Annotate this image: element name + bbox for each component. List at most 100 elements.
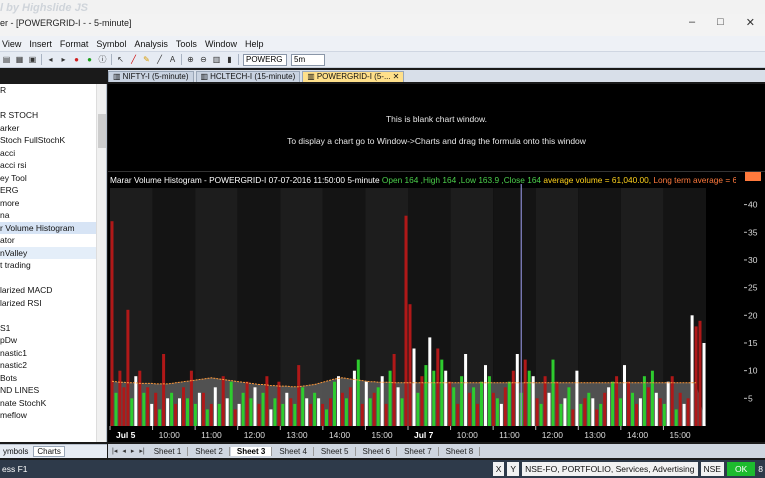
layout-icon[interactable]: ▥ [212, 55, 221, 64]
formula-item[interactable]: ey Tool [0, 172, 106, 185]
folder-icon[interactable]: ▦ [15, 55, 24, 64]
tab-hcltech[interactable]: ▥ HCLTECH-I (15-minute) [195, 71, 301, 82]
line-tool-icon[interactable]: ╱ [155, 55, 164, 64]
volume-bar [702, 343, 706, 426]
volume-bar [325, 409, 328, 426]
volume-bar [460, 376, 464, 426]
formula-item[interactable]: larized RSI [0, 297, 106, 310]
formula-item[interactable]: r Volume Histogram [0, 221, 106, 234]
menu-format[interactable]: Format [60, 39, 89, 49]
volume-bar [261, 392, 265, 426]
menu-window[interactable]: Window [205, 39, 237, 49]
sheet-tab-active[interactable]: Sheet 3 [230, 446, 273, 456]
volume-bar [388, 370, 392, 426]
formula-item[interactable]: ERG [0, 184, 106, 197]
menu-insert[interactable]: Insert [29, 39, 52, 49]
volume-bar [364, 381, 368, 426]
formula-item[interactable]: meflow [0, 409, 106, 422]
volume-bar [333, 381, 336, 426]
sheet-tab[interactable]: Sheet 2 [189, 446, 230, 456]
formula-item[interactable] [0, 97, 106, 110]
sheet-tab[interactable]: Sheet 1 [148, 446, 189, 456]
formula-item[interactable]: acci rsi [0, 159, 106, 172]
formula-item[interactable]: Bots [0, 372, 106, 385]
price-badge-label: 52 [747, 172, 755, 174]
chart-type-icon[interactable]: ▮ [225, 55, 234, 64]
trendline-icon[interactable]: ╱ [129, 55, 138, 64]
formula-item[interactable]: R [0, 84, 106, 97]
volume-bar [523, 359, 527, 426]
sidebar-scrollbar[interactable] [96, 84, 106, 442]
maximize-icon[interactable]: □ [717, 16, 724, 29]
sheet-tab[interactable]: Sheet 8 [440, 446, 481, 456]
tab-nifty[interactable]: ▥ NIFTY-I (5-minute) [108, 71, 194, 82]
volume-bar [122, 387, 126, 426]
close-tab-icon[interactable]: ✕ [393, 72, 400, 82]
save-icon[interactable]: ▣ [28, 55, 37, 64]
tab-powergrid[interactable]: ▥ POWERGRID-I (5-... ✕ [302, 71, 405, 82]
formula-item[interactable]: larized MACD [0, 284, 106, 297]
formula-item[interactable]: nate StochK [0, 397, 106, 410]
stop-icon[interactable]: ● [72, 55, 81, 64]
menu-symbol[interactable]: Symbol [96, 39, 126, 49]
formula-item[interactable]: pDw [0, 334, 106, 347]
print-icon[interactable]: ▤ [2, 55, 11, 64]
menu-analysis[interactable]: Analysis [134, 39, 168, 49]
chart-window[interactable]: This is blank chart window. To display a… [108, 84, 765, 442]
info-icon[interactable]: ⓘ [98, 55, 107, 64]
pointer-icon[interactable]: ↖ [116, 55, 125, 64]
formula-item[interactable]: nastic1 [0, 347, 106, 360]
formula-item[interactable]: R STOCH [0, 109, 106, 122]
formula-item[interactable]: ND LINES [0, 384, 106, 397]
tab-symbols[interactable]: ymbols [0, 447, 31, 456]
formula-item[interactable]: acci [0, 147, 106, 160]
forward-icon[interactable]: ▸ [59, 55, 68, 64]
formula-item[interactable]: more [0, 197, 106, 210]
y-tick-label: 35 [748, 227, 758, 237]
volume-bar [253, 387, 257, 426]
formula-item[interactable]: Stoch FullStochK [0, 134, 106, 147]
formula-item[interactable]: nValley [0, 246, 106, 259]
text-tool-icon[interactable]: A [168, 55, 177, 64]
zoom-out-icon[interactable]: ⊖ [199, 55, 208, 64]
close-icon[interactable]: ✕ [746, 16, 755, 29]
sheet-tab[interactable]: Sheet 6 [357, 446, 398, 456]
formula-item[interactable] [0, 272, 106, 285]
menu-view[interactable]: View [2, 39, 21, 49]
last-sheet-icon[interactable]: ▸| [137, 447, 146, 455]
volume-bar [233, 409, 237, 426]
menu-tools[interactable]: Tools [176, 39, 197, 49]
pencil-icon[interactable]: ✎ [142, 55, 151, 64]
back-icon[interactable]: ◂ [46, 55, 55, 64]
volume-bar [245, 381, 249, 426]
symbol-select[interactable]: POWERG [243, 53, 287, 66]
volume-histogram-chart[interactable]: 403530252015105696152Jul 510:0011:0012:0… [108, 172, 765, 442]
next-sheet-icon[interactable]: ▸ [129, 447, 137, 455]
first-sheet-icon[interactable]: |◂ [110, 447, 119, 455]
formula-item[interactable]: ator [0, 234, 106, 247]
zoom-in-icon[interactable]: ⊕ [186, 55, 195, 64]
x-tick-label: 14:00 [627, 430, 649, 440]
formula-item[interactable]: arker [0, 122, 106, 135]
sheet-tab[interactable]: Sheet 5 [315, 446, 356, 456]
volume-bar [289, 398, 293, 426]
formula-item[interactable]: nastic2 [0, 359, 106, 372]
volume-bar [635, 403, 638, 426]
volume-bar [170, 392, 174, 426]
sheet-tab[interactable]: Sheet 4 [273, 446, 314, 456]
formula-item[interactable]: na [0, 209, 106, 222]
formula-item[interactable]: S1 [0, 322, 106, 335]
prev-sheet-icon[interactable]: ◂ [120, 447, 128, 455]
play-icon[interactable]: ● [85, 55, 94, 64]
tab-charts[interactable]: Charts [33, 446, 65, 457]
volume-bar [456, 403, 460, 426]
volume-bar [146, 387, 150, 426]
volume-bar [563, 398, 567, 426]
formula-item[interactable]: t trading [0, 259, 106, 272]
scrollbar-thumb[interactable] [98, 114, 106, 148]
interval-select[interactable]: 5m [291, 53, 325, 66]
minimize-icon[interactable]: – [689, 16, 695, 29]
menu-help[interactable]: Help [245, 39, 264, 49]
formula-item[interactable] [0, 309, 106, 322]
sheet-tab[interactable]: Sheet 7 [398, 446, 439, 456]
